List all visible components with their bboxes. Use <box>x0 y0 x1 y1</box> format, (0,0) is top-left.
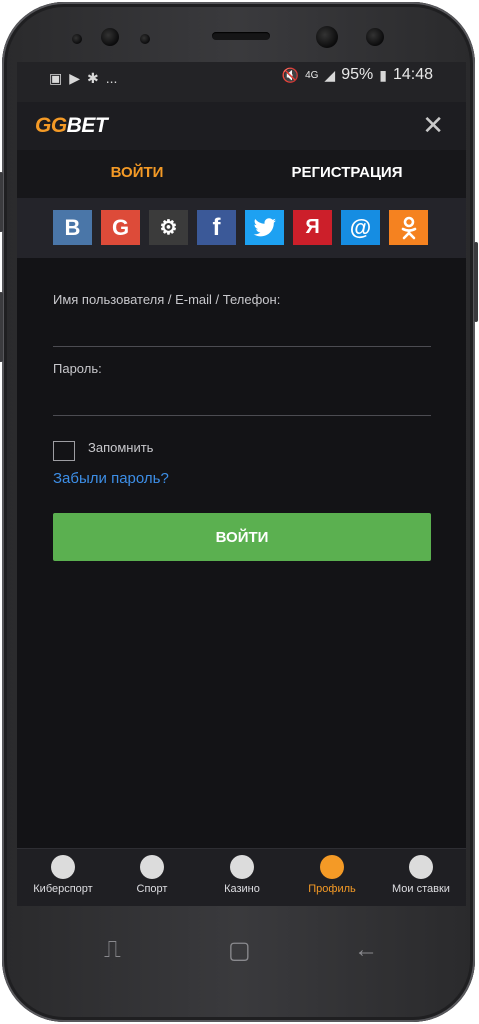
bottom-nav: Киберспорт Спорт Казино Профиль Мои став… <box>17 848 466 906</box>
odnoklassniki-icon <box>401 216 416 239</box>
home-button-icon[interactable]: ▢ <box>228 936 251 965</box>
gamepad-icon <box>51 855 75 879</box>
clock: 14:48 <box>392 66 433 83</box>
bottom-bezel: ⎍ ▢ ← <box>16 906 467 994</box>
status-right: 🔇 4G ◢ 95% ▮ 14:48 <box>282 66 433 84</box>
signal-icon: ◢ <box>324 67 336 83</box>
social-login-bar: B G ⚙ f Я @ <box>17 198 466 258</box>
tab-login[interactable]: ВОЙТИ <box>77 150 197 198</box>
person-run-icon: ✱ <box>87 70 99 86</box>
remember-label: Запомнить <box>88 440 154 455</box>
speaker-grille <box>212 32 270 40</box>
odnoklassniki-login-button[interactable] <box>389 210 428 245</box>
bets-icon <box>409 855 433 879</box>
password-label: Пароль: <box>53 361 102 376</box>
mailru-login-button[interactable]: @ <box>341 210 380 245</box>
auth-tabs: ВОЙТИ РЕГИСТРАЦИЯ <box>17 150 466 198</box>
username-label: Имя пользователя / E-mail / Телефон: <box>53 292 281 307</box>
user-icon <box>320 855 344 879</box>
twitter-login-button[interactable] <box>245 210 284 245</box>
twitter-bird-icon <box>253 217 276 236</box>
bixby-button <box>0 292 3 362</box>
more-dots-icon: ... <box>105 70 118 86</box>
app-header: GGBET ✕ <box>17 102 466 151</box>
logo-gg: GG <box>35 114 67 137</box>
remember-checkbox[interactable] <box>53 441 75 461</box>
close-icon[interactable]: ✕ <box>422 110 444 140</box>
front-camera-icon <box>316 26 338 48</box>
nav-esports-label: Киберспорт <box>33 883 93 895</box>
status-bar: ▣ ▶ ✱ ... 🔇 4G ◢ 95% ▮ 14:48 <box>17 62 466 102</box>
sensor-dot-icon <box>140 34 150 44</box>
google-login-button[interactable]: G <box>101 210 140 245</box>
soccer-ball-icon <box>140 855 164 879</box>
network-type: 4G <box>305 69 319 81</box>
power-button <box>474 242 478 322</box>
vk-login-button[interactable]: B <box>53 210 92 245</box>
login-submit-button[interactable]: ВОЙТИ <box>53 513 431 561</box>
screen: ▣ ▶ ✱ ... 🔇 4G ◢ 95% ▮ 14:48 GGBET ✕ ВОЙ <box>17 62 466 906</box>
password-input[interactable] <box>53 391 431 416</box>
top-bezel <box>16 16 467 62</box>
logo-bet: BET <box>66 114 108 137</box>
sensor-icon <box>72 34 82 44</box>
battery-percent: 95% <box>341 66 374 83</box>
ggbet-logo: GGBET <box>35 114 108 138</box>
recent-apps-icon[interactable]: ⎍ <box>104 936 121 964</box>
mute-icon: 🔇 <box>281 67 300 83</box>
phone-frame: ▣ ▶ ✱ ... 🔇 4G ◢ 95% ▮ 14:48 GGBET ✕ ВОЙ <box>0 2 478 1022</box>
roulette-icon <box>230 855 254 879</box>
back-arrow-icon[interactable]: ← <box>354 936 378 964</box>
nav-profile-label: Профиль <box>308 883 356 895</box>
volume-button <box>0 172 3 232</box>
tab-register[interactable]: РЕГИСТРАЦИЯ <box>272 150 422 198</box>
nav-profile[interactable]: Профиль <box>287 855 377 895</box>
forgot-password-link[interactable]: Забыли пароль? <box>53 470 169 487</box>
proximity-icon <box>101 28 119 46</box>
nav-casino[interactable]: Казино <box>197 855 287 895</box>
nav-esports[interactable]: Киберспорт <box>18 855 108 895</box>
steam-login-button[interactable]: ⚙ <box>149 210 188 245</box>
nav-casino-label: Казино <box>224 883 260 895</box>
username-input[interactable] <box>53 322 431 347</box>
image-icon: ▣ <box>49 70 63 86</box>
yandex-login-button[interactable]: Я <box>293 210 332 245</box>
iris-scanner-icon <box>366 28 384 46</box>
play-store-icon: ▶ <box>69 70 81 86</box>
nav-my-bets-label: Мои ставки <box>392 883 450 895</box>
nav-sport-label: Спорт <box>136 883 168 895</box>
nav-my-bets[interactable]: Мои ставки <box>376 855 466 895</box>
nav-sport[interactable]: Спорт <box>107 855 197 895</box>
facebook-login-button[interactable]: f <box>197 210 236 245</box>
status-left-icons: ▣ ▶ ✱ ... <box>49 70 117 86</box>
battery-icon: ▮ <box>379 67 387 83</box>
